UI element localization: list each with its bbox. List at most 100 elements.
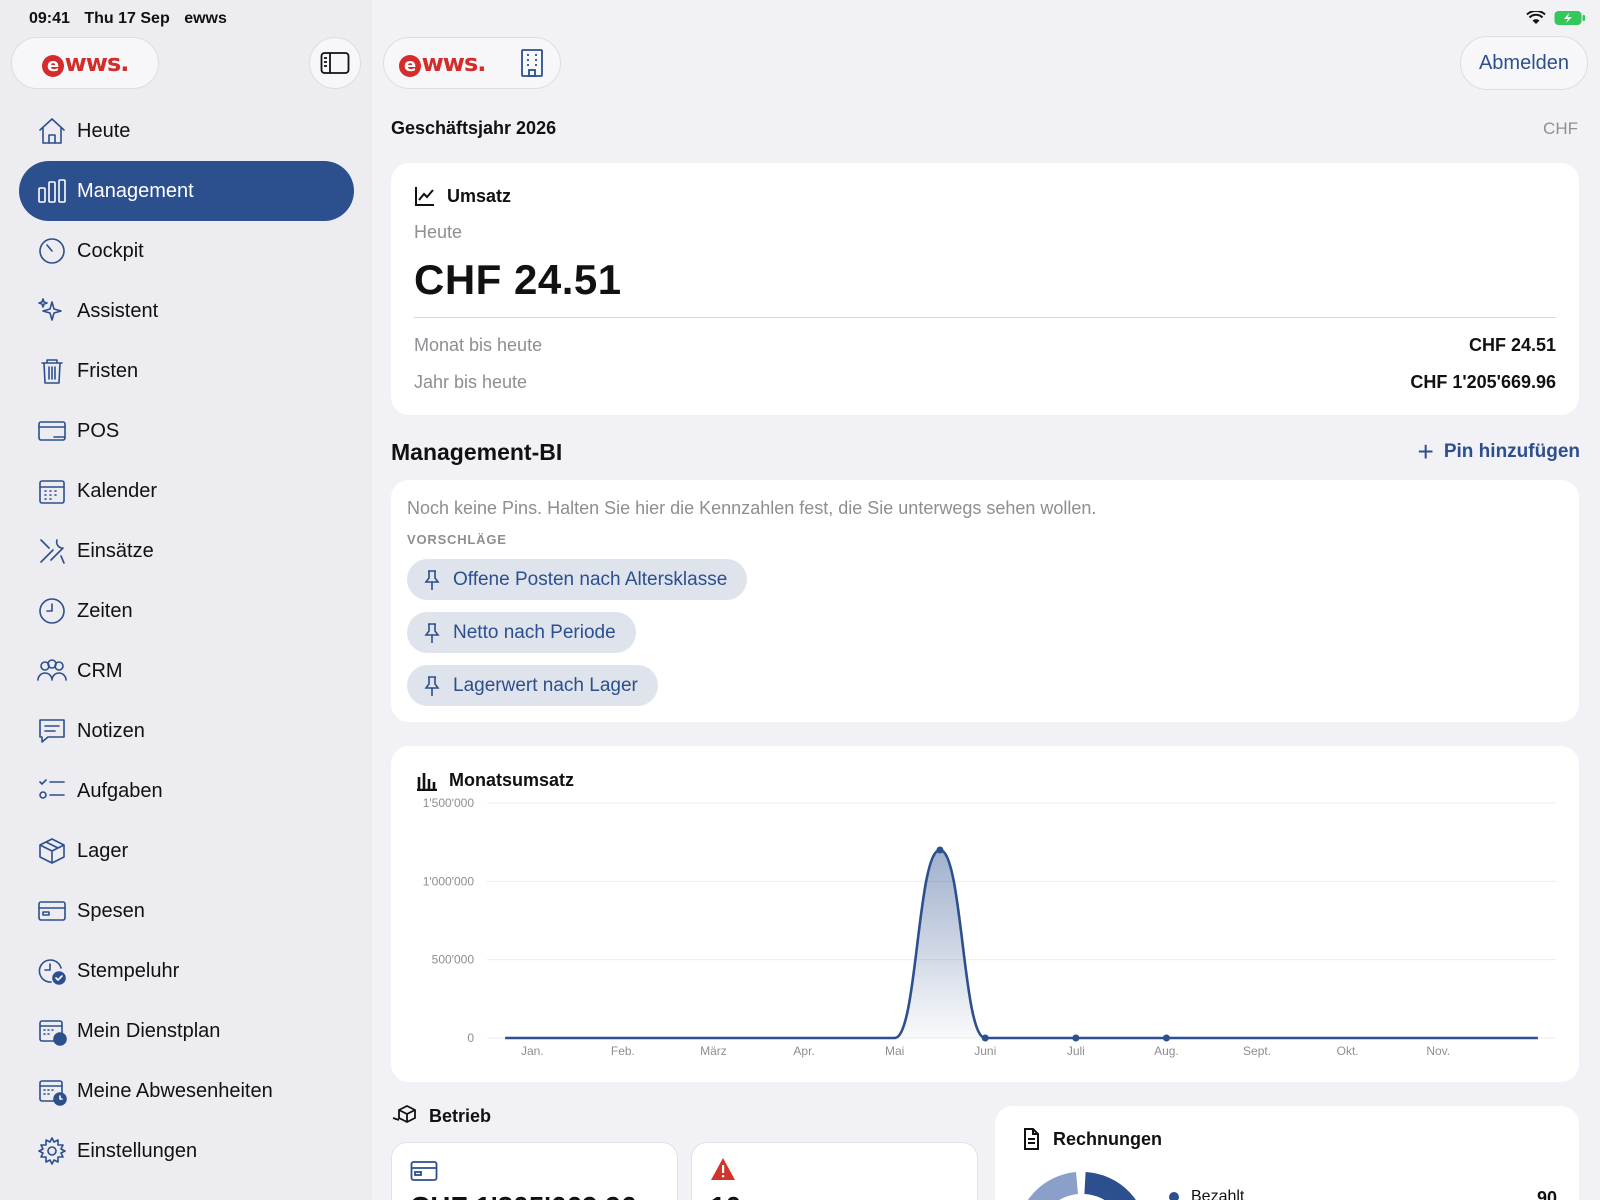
sidebar-toggle-icon — [320, 52, 350, 74]
suggestion-chip[interactable]: Lagerwert nach Lager — [407, 665, 658, 706]
umsatz-period: Heute — [414, 222, 463, 242]
logout-button[interactable]: Abmelden — [1460, 36, 1588, 90]
calendar-user-icon — [36, 1015, 68, 1047]
sidebar-item-einstellungen[interactable]: Einstellungen — [19, 1121, 354, 1181]
message-icon — [36, 715, 68, 747]
x-tick-label: Feb. — [611, 1044, 635, 1058]
status-date: Thu 17 Sep — [84, 10, 170, 27]
sidebar-item-label: Cockpit — [77, 239, 144, 262]
sidebar-item-label: Stempeluhr — [77, 959, 180, 982]
x-tick-label: Jan. — [521, 1044, 544, 1058]
add-pin-button[interactable]: + Pin hinzufügen — [1417, 436, 1580, 467]
sidebar-item-fristen[interactable]: Fristen — [19, 341, 354, 401]
x-tick-label: Aug. — [1154, 1044, 1179, 1058]
sidebar-item-zeiten[interactable]: Zeiten — [19, 581, 354, 641]
data-point — [936, 846, 944, 854]
battery-charging-icon — [1554, 11, 1585, 25]
umsatz-card[interactable]: Umsatz Heute CHF 24.51 Monat bis heute C… — [391, 163, 1579, 415]
people-icon — [36, 655, 68, 687]
sidebar-item-label: Aufgaben — [77, 779, 163, 802]
rechnungen-card[interactable]: Rechnungen Bezahlt 90 — [995, 1106, 1579, 1200]
umsatz-header: Umsatz — [414, 185, 511, 207]
data-point — [1072, 1034, 1080, 1042]
sidebar-logo-button[interactable]: e wws. — [11, 37, 159, 89]
sparkles-icon — [36, 295, 68, 327]
monatsumsatz-card[interactable]: Monatsumsatz 1'500'000 1'000'000 500'000 0 J… — [391, 746, 1579, 1082]
ewws-logo: e wws. — [41, 49, 129, 77]
series-line — [505, 848, 1538, 1040]
y-tick-label: 500'000 — [432, 953, 475, 967]
company-switcher[interactable]: e wws. — [383, 37, 561, 89]
suggestions-label: VORSCHLÄGE — [407, 532, 507, 547]
sidebar-item-notizen[interactable]: Notizen — [19, 701, 354, 761]
sidebar-item-label: Mein Dienstplan — [77, 1019, 221, 1042]
sidebar-item-label: Einstellungen — [77, 1139, 198, 1162]
sidebar-item-einsätze[interactable]: Einsätze — [19, 521, 354, 581]
fiscal-year-title: Geschäftsjahr 2026 — [391, 118, 557, 138]
sidebar-item-label: Einsätze — [77, 539, 154, 562]
suggestion-chip[interactable]: Netto nach Periode — [407, 612, 636, 653]
sidebar-item-heute[interactable]: Heute — [19, 101, 354, 161]
sidebar-item-stempeluhr[interactable]: Stempeluhr — [19, 941, 354, 1001]
x-tick-label: Mai — [885, 1044, 904, 1058]
status-bar-left: 09:41 Thu 17 Sep ewws — [29, 10, 237, 28]
status-bar-right — [1526, 10, 1586, 26]
pin-icon — [424, 675, 440, 696]
home-icon — [36, 115, 68, 147]
betrieb-card-warnings[interactable]: 10 — [691, 1142, 978, 1200]
add-pin-label: Pin hinzufügen — [1443, 441, 1580, 462]
clock-check-icon — [36, 955, 68, 987]
rechnungen-title: Rechnungen — [1053, 1128, 1163, 1149]
rechnungen-header: Rechnungen — [1020, 1128, 1162, 1150]
suggestion-label: Lagerwert nach Lager — [453, 674, 638, 696]
warning-triangle-icon — [711, 1158, 735, 1180]
sidebar-item-cockpit[interactable]: Cockpit — [19, 221, 354, 281]
umsatz-value: CHF 24.51 — [414, 256, 622, 303]
year-label: Jahr bis heute — [414, 372, 528, 392]
bi-card: Noch keine Pins. Halten Sie hier die Ken… — [391, 480, 1579, 722]
document-icon — [1024, 1128, 1039, 1150]
sidebar-item-kalender[interactable]: Kalender — [19, 461, 354, 521]
sidebar-item-aufgaben[interactable]: Aufgaben — [19, 761, 354, 821]
y-tick-label: 0 — [467, 1031, 474, 1045]
sidebar-item-label: Kalender — [77, 479, 158, 502]
bi-empty-text: Noch keine Pins. Halten Sie hier die Ken… — [407, 498, 1097, 518]
betrieb-warnings-value: 10 — [710, 1191, 741, 1200]
sidebar-toggle-button[interactable] — [309, 37, 361, 89]
calendar-clock-icon — [36, 1075, 68, 1107]
plus-icon: + — [1417, 436, 1434, 467]
sidebar-item-pos[interactable]: POS — [19, 401, 354, 461]
suggestion-chip[interactable]: Offene Posten nach Altersklasse — [407, 559, 748, 600]
betrieb-card-revenue[interactable]: CHF 1'205'669.96 — [391, 1142, 678, 1200]
sidebar: 09:41 Thu 17 Sep ewws e wws. Heute Managem… — [0, 0, 372, 1200]
pin-icon — [424, 569, 440, 590]
sidebar-item-label: Assistent — [77, 299, 159, 322]
sidebar-item-lager[interactable]: Lager — [19, 821, 354, 881]
sidebar-item-meine-abwesenheiten[interactable]: Meine Abwesenheiten — [19, 1061, 354, 1121]
clock-icon — [36, 595, 68, 627]
sidebar-item-crm[interactable]: CRM — [19, 641, 354, 701]
credit-card-icon — [410, 1161, 438, 1181]
legend-label: Bezahlt — [1191, 1188, 1245, 1200]
sidebar-item-label: Management — [77, 179, 194, 202]
sidebar-item-assistent[interactable]: Assistent — [19, 281, 354, 341]
trash-clock-icon — [36, 355, 68, 387]
sidebar-item-label: Lager — [77, 839, 129, 862]
umsatz-month-row: Monat bis heute CHF 24.51 — [414, 335, 1556, 356]
sidebar-item-mein-dienstplan[interactable]: Mein Dienstplan — [19, 1001, 354, 1061]
sidebar-item-label: Zeiten — [77, 599, 133, 622]
rechnungen-count: 90 — [1536, 1188, 1557, 1200]
umsatz-title: Umsatz — [447, 185, 512, 206]
tools-icon — [36, 535, 68, 567]
line-chart-icon — [415, 187, 434, 206]
x-tick-label: Apr. — [793, 1044, 814, 1058]
sidebar-item-spesen[interactable]: Spesen — [19, 881, 354, 941]
bi-title: Management-BI — [391, 439, 563, 465]
sidebar-item-label: Heute — [77, 119, 131, 142]
credit-card-icon — [36, 895, 68, 927]
bar-columns-icon — [36, 175, 68, 207]
betrieb-revenue-value: CHF 1'205'669.96 — [410, 1191, 637, 1200]
x-tick-label: Nov. — [1426, 1044, 1450, 1058]
sidebar-item-management[interactable]: Management — [19, 161, 354, 221]
building-icon — [521, 49, 544, 77]
